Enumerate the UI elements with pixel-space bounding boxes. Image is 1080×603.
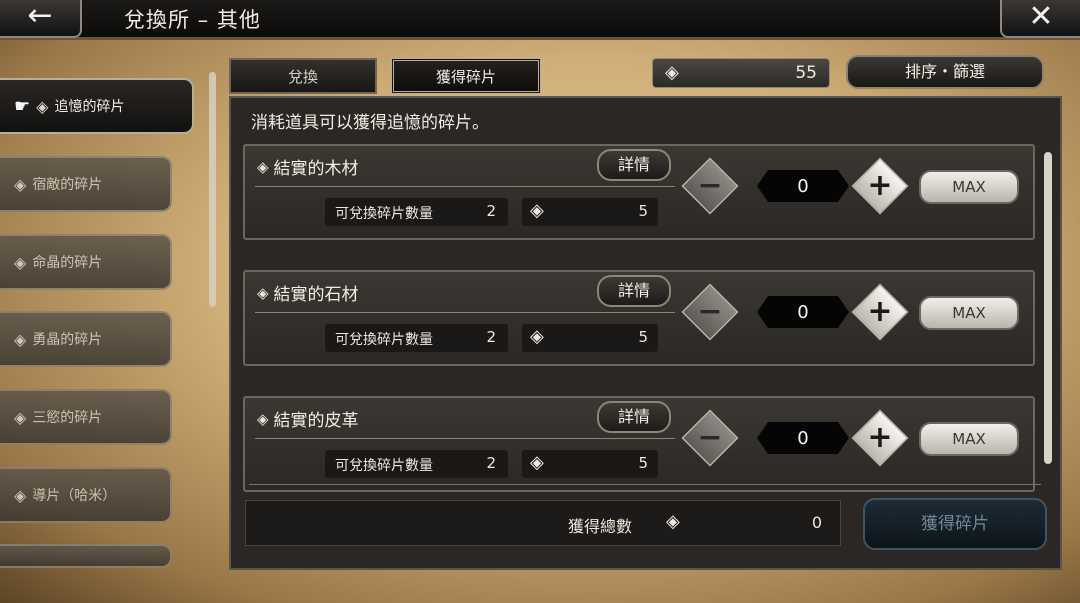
quantity-label: 可兌換碎片數量 (335, 458, 433, 474)
plus-icon: + (867, 420, 893, 455)
shard-icon: ◈ (257, 157, 269, 176)
shard-icon: ◈ (257, 409, 269, 428)
divider (255, 186, 675, 187)
sidebar-scrollbar[interactable] (209, 72, 216, 307)
sort-filter-button[interactable]: 排序・篩選 (846, 55, 1044, 89)
sidebar-item-memory-shards[interactable]: ☛ ◈ 追憶的碎片 (0, 78, 194, 134)
total-label: 獲得總數 (568, 517, 633, 536)
item-name: ◈ 結實的石材 (257, 280, 359, 306)
shard-icon: ◈ (14, 174, 27, 194)
shard-cost-value: 5 (638, 328, 648, 346)
divider (255, 438, 675, 439)
shard-icon: ◈ (665, 62, 679, 83)
shard-icon: ◈ (14, 329, 27, 349)
shard-cost: ◈ 5 (522, 198, 658, 226)
item-name: ◈ 結實的木材 (257, 154, 359, 180)
close-button[interactable]: ✕ (1000, 0, 1080, 38)
back-button[interactable]: ← (0, 0, 82, 38)
max-button[interactable]: MAX (919, 422, 1019, 456)
shard-cost: ◈ 5 (522, 450, 658, 478)
pointing-hand-icon: ☛ (14, 95, 31, 117)
max-button[interactable]: MAX (919, 296, 1019, 330)
shard-balance: ◈ 55 (652, 58, 830, 88)
sidebar-item-label: 勇晶的碎片 (32, 332, 103, 348)
sidebar-item-label: 追憶的碎片 (54, 99, 125, 115)
item-name: ◈ 結實的皮革 (257, 406, 359, 432)
quantity-stepper: 0 (757, 296, 849, 328)
quantity-value: 2 (486, 454, 496, 472)
exchange-panel: 消耗道具可以獲得追憶的碎片。 ◈ 結實的木材 詳情 可兌換碎片數量 2 ◈ 5 … (229, 96, 1062, 570)
sidebar-item-guide-shards[interactable]: ◈ 導片（哈米） (0, 467, 172, 523)
shard-cost-value: 5 (638, 202, 648, 220)
plus-icon: + (867, 294, 893, 329)
sidebar-item-label: 命晶的碎片 (32, 255, 103, 271)
sidebar-item-label: 宿敵的碎片 (32, 177, 103, 193)
plus-icon: + (867, 168, 893, 203)
minus-icon: − (697, 294, 723, 329)
list-item: ◈ 結實的木材 詳情 可兌換碎片數量 2 ◈ 5 − 0 + MAX (243, 144, 1035, 240)
info-text: 消耗道具可以獲得追憶的碎片。 (251, 113, 489, 133)
details-button[interactable]: 詳情 (597, 275, 671, 307)
list-scrollbar[interactable] (1044, 152, 1052, 464)
quantity-stepper: 0 (757, 170, 849, 202)
sidebar-item-rival-shards[interactable]: ◈ 宿敵的碎片 (0, 156, 172, 212)
quantity-value: 2 (486, 328, 496, 346)
minus-icon: − (697, 168, 723, 203)
divider (249, 484, 1041, 485)
back-arrow-icon: ← (27, 0, 53, 33)
shard-cost: ◈ 5 (522, 324, 658, 352)
exchangeable-quantity: 可兌換碎片數量 2 (325, 198, 508, 226)
sidebar-item-label: 導片（哈米） (32, 488, 117, 504)
close-icon: ✕ (1028, 0, 1054, 34)
details-button[interactable]: 詳情 (597, 149, 671, 181)
exchangeable-quantity: 可兌換碎片數量 2 (325, 324, 508, 352)
category-sidebar: ☛ ◈ 追憶的碎片 ◈ 宿敵的碎片 ◈ 命晶的碎片 ◈ 勇晶的碎片 ◈ 三慾的碎… (0, 78, 200, 568)
list-item: ◈ 結實的皮革 詳情 可兌換碎片數量 2 ◈ 5 − 0 + MAX (243, 396, 1035, 492)
sidebar-item-fate-crystal-shards[interactable]: ◈ 命晶的碎片 (0, 234, 172, 290)
sidebar-item-label: 三慾的碎片 (32, 410, 103, 426)
tab-exchange[interactable]: 兌換 (229, 58, 377, 94)
shard-icon: ◈ (14, 252, 27, 272)
shard-cost-value: 5 (638, 454, 648, 472)
quantity-value: 2 (486, 202, 496, 220)
minus-icon: − (697, 420, 723, 455)
quantity-stepper: 0 (757, 422, 849, 454)
list-item: ◈ 結實的石材 詳情 可兌換碎片數量 2 ◈ 5 − 0 + MAX (243, 270, 1035, 366)
tab-get-shards[interactable]: 獲得碎片 (391, 58, 541, 94)
shard-icon: ◈ (14, 407, 27, 427)
shard-icon: ◈ (14, 485, 27, 505)
shard-balance-value: 55 (795, 63, 817, 83)
divider (255, 312, 675, 313)
top-bar: ← 兌換所 – 其他 ✕ (0, 0, 1080, 40)
item-name-label: 結實的皮革 (273, 411, 359, 431)
shard-icon: ◈ (530, 326, 544, 347)
total-bar: 獲得總數 ◈ 0 (245, 500, 841, 546)
sidebar-item-brave-crystal-shards[interactable]: ◈ 勇晶的碎片 (0, 311, 172, 367)
details-button[interactable]: 詳情 (597, 401, 671, 433)
max-button[interactable]: MAX (919, 170, 1019, 204)
shard-icon: ◈ (530, 452, 544, 473)
page-title: 兌換所 – 其他 (124, 8, 261, 32)
quantity-label: 可兌換碎片數量 (335, 332, 433, 348)
total-value: 0 (811, 513, 822, 532)
item-name-label: 結實的木材 (273, 159, 359, 179)
shard-icon: ◈ (530, 200, 544, 221)
shard-icon: ◈ (36, 96, 49, 116)
shard-icon: ◈ (257, 283, 269, 302)
exchangeable-quantity: 可兌換碎片數量 2 (325, 450, 508, 478)
sidebar-item-three-desires-shards[interactable]: ◈ 三慾的碎片 (0, 389, 172, 445)
quantity-label: 可兌換碎片數量 (335, 206, 433, 222)
get-shards-button[interactable]: 獲得碎片 (863, 498, 1047, 550)
shard-icon: ◈ (666, 511, 680, 532)
item-name-label: 結實的石材 (273, 285, 359, 305)
sidebar-item-partial[interactable] (0, 544, 172, 568)
